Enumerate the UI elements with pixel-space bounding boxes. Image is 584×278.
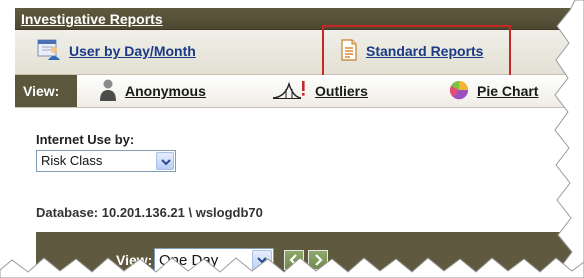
period-toolbar: View: One Day — [36, 232, 575, 278]
select-value: Risk Class — [41, 153, 103, 168]
view-item-label: Anonymous — [125, 83, 206, 99]
view-outliers-link[interactable]: Outliers — [272, 79, 368, 103]
view-pie-chart-link[interactable]: Pie Chart — [449, 79, 538, 103]
report-window: Investigative Reports User by Day/Month — [0, 0, 584, 278]
database-info: Database: 10.201.136.21 \ wslogdb70 — [36, 205, 263, 220]
chevron-down-icon — [257, 257, 267, 264]
view-label: View: — [15, 75, 77, 107]
internet-use-select[interactable]: Risk Class — [36, 150, 176, 172]
dropdown-button[interactable] — [252, 250, 272, 272]
highlight-annotation — [322, 25, 511, 81]
report-content: Internet Use by: Risk Class Database: 10… — [15, 108, 575, 278]
period-select[interactable]: One Day — [154, 248, 274, 274]
view-anonymous-link[interactable]: Anonymous — [99, 79, 206, 103]
chevron-down-icon — [161, 159, 171, 166]
outliers-icon — [272, 80, 307, 103]
view-item-label: Outliers — [315, 83, 368, 99]
chevron-left-icon — [289, 254, 297, 266]
view-item-label: Pie Chart — [477, 83, 539, 99]
pie-chart-icon — [449, 80, 469, 103]
view-bar: View: Anonymous Outliers Pie Chart — [15, 75, 575, 108]
internet-use-label: Internet Use by: — [36, 132, 135, 147]
dropdown-button[interactable] — [156, 152, 174, 170]
previous-period-button[interactable] — [284, 250, 304, 270]
chevron-right-icon — [315, 254, 323, 266]
person-icon — [99, 79, 117, 104]
next-period-button[interactable] — [308, 250, 328, 270]
user-calendar-icon — [37, 39, 61, 64]
select-value: One Day — [159, 252, 219, 269]
period-view-label: View: — [116, 252, 153, 268]
tab-label: User by Day/Month — [69, 43, 196, 59]
tab-user-by-day-month[interactable]: User by Day/Month — [37, 39, 196, 63]
